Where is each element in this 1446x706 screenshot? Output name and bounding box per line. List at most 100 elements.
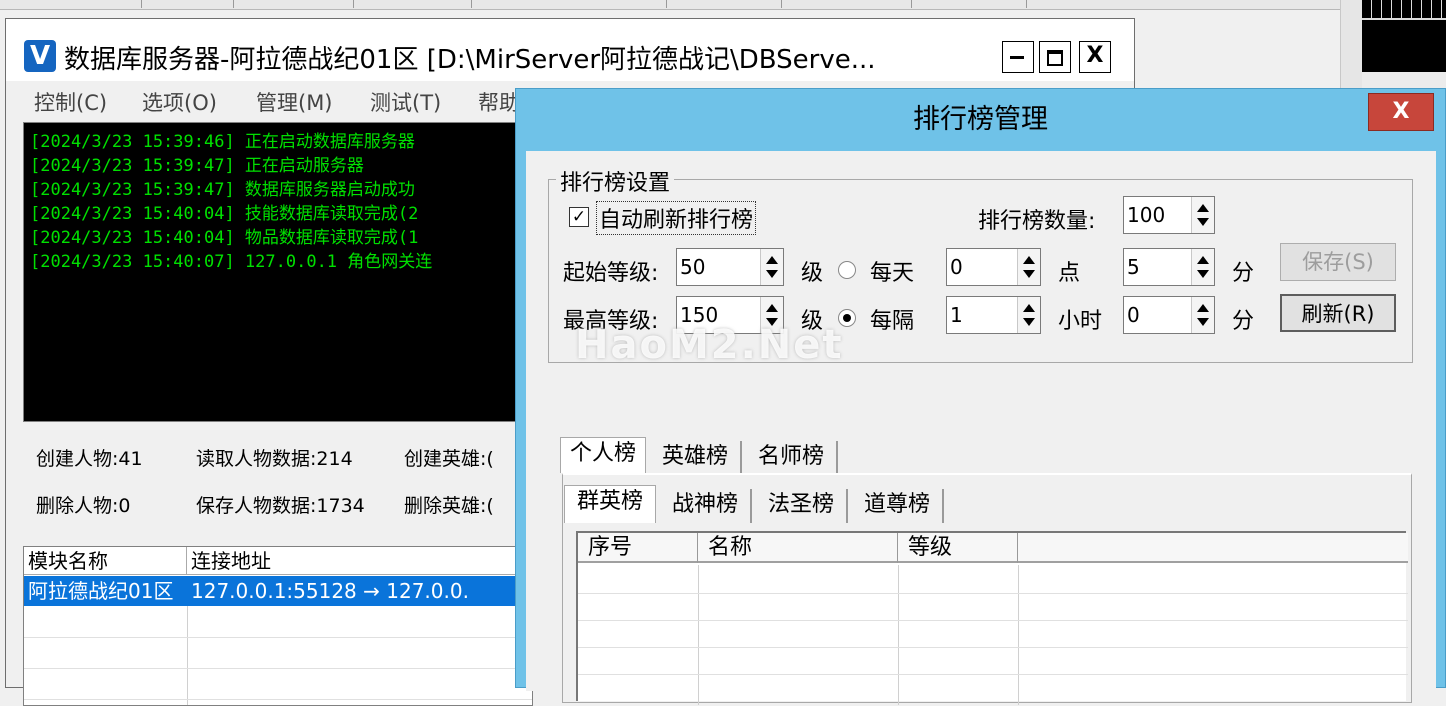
tab-mentor[interactable]: 名师榜 [746,441,838,475]
log-line: [2024/3/23 15:40:04] 物品数据库读取完成(1 [30,228,419,248]
interval-hours-spinner[interactable]: 1 [946,296,1041,334]
arrow-down-icon[interactable] [1197,218,1209,226]
background-tab-divider [352,0,354,8]
tab-personal[interactable]: 个人榜 [560,437,646,473]
rank-count-label: 排行榜数量: [978,209,1096,234]
menu-options[interactable]: 选项(O) [142,87,217,117]
hours-unit-label: 小时 [1058,309,1103,334]
menu-help[interactable]: 帮助 [478,87,520,117]
arrow-down-icon[interactable] [1023,270,1035,278]
stat-create-char: 创建人物:41 [36,448,143,470]
arrow-up-icon[interactable] [766,304,778,312]
save-button[interactable]: 保存(S) [1280,243,1396,281]
arrow-down-icon[interactable] [1197,270,1209,278]
arrow-up-icon[interactable] [766,256,778,264]
grid-line [1018,565,1019,705]
menu-control[interactable]: 控制(C) [34,87,107,117]
spinner-buttons[interactable] [1017,249,1040,285]
log-line: [2024/3/23 15:40:07] 127.0.0.1 角色网关连 [30,252,433,272]
grid-line [578,647,1408,648]
arrow-up-icon[interactable] [1023,304,1035,312]
subtab-mage[interactable]: 法圣榜 [756,489,848,523]
arrow-up-icon[interactable] [1023,256,1035,264]
arrow-down-icon[interactable] [1023,318,1035,326]
background-tab-divider [665,0,667,8]
menu-manage[interactable]: 管理(M) [256,87,333,117]
menu-test[interactable]: 测试(T) [370,87,441,117]
background-tab-divider [470,0,472,8]
level-unit-label: 级 [801,261,824,286]
rank-count-value: 100 [1127,203,1166,227]
column-header-index[interactable]: 序号 [578,533,698,563]
interval-minutes-spinner[interactable]: 0 [1123,296,1215,334]
dialog-close-button[interactable]: X [1368,93,1434,131]
grid-line [24,637,532,638]
grid-line [578,674,1408,675]
grid-line [898,565,899,705]
dialog-title[interactable]: 排行榜管理 [516,89,1445,149]
refresh-button[interactable]: 刷新(R) [1280,294,1396,332]
rank-settings-group-label: 排行榜设置 [556,165,675,197]
background-tab-divider [232,0,234,8]
arrow-down-icon[interactable] [1197,318,1209,326]
rank-management-dialog: 排行榜管理 X 排行榜设置 ✓ 自动刷新排行榜 排行榜数量: 100 起始等级:… [515,88,1446,705]
interval-label[interactable]: 每隔 [870,303,914,335]
rank-count-spinner[interactable]: 100 [1123,196,1215,234]
subtab-heroes[interactable]: 群英榜 [564,485,656,523]
background-ruler [1362,0,1446,20]
column-header-level[interactable]: 等级 [898,533,1018,563]
subtab-taoist[interactable]: 道尊榜 [852,489,944,523]
db-window-title: 数据库服务器-阿拉德战纪01区 [D:\MirServer阿拉德战记\DBSer… [64,45,876,75]
interval-minutes-value: 0 [1127,303,1140,327]
arrow-up-icon[interactable] [1197,304,1209,312]
daily-hour-value: 0 [950,255,963,279]
column-header-address[interactable]: 连接地址 [187,547,532,575]
stat-save-char: 保存人物数据:1734 [196,495,365,517]
row-address: 127.0.0.1:55128 → 127.0.0. [191,579,469,603]
grid-line [24,668,532,669]
interval-hours-value: 1 [950,303,963,327]
spinner-buttons[interactable] [1191,297,1214,333]
start-level-label: 起始等级: [563,261,659,286]
check-icon: ✓ [571,207,587,227]
arrow-down-icon[interactable] [766,270,778,278]
column-header-name[interactable]: 名称 [698,533,898,563]
rank-list[interactable]: 序号 名称 等级 [576,531,1408,705]
row-module: 阿拉德战纪01区 [28,579,174,603]
stat-read-char: 读取人物数据:214 [196,448,353,470]
auto-refresh-label[interactable]: 自动刷新排行榜 [596,201,757,235]
close-button[interactable]: X [1079,41,1111,73]
table-row[interactable]: 阿拉德战纪01区 127.0.0.1:55128 → 127.0.0. [24,576,532,606]
daily-hour-spinner[interactable]: 0 [946,248,1041,286]
stat-delete-char: 删除人物:0 [36,495,131,517]
log-console[interactable]: [2024/3/23 15:39:46] 正在启动数据库服务器 [2024/3/… [23,122,533,422]
start-level-spinner[interactable]: 50 [676,248,784,286]
spinner-buttons[interactable] [1191,197,1214,233]
grid-line [187,606,188,705]
dialog-client-area: 排行榜设置 ✓ 自动刷新排行榜 排行榜数量: 100 起始等级: 50 级 每天… [526,151,1436,705]
log-line: [2024/3/23 15:39:47] 正在启动服务器 [30,156,364,176]
daily-label[interactable]: 每天 [870,255,914,287]
background-window-strip [0,0,1340,10]
start-level-value: 50 [680,255,706,279]
auto-refresh-checkbox[interactable]: ✓ [569,207,589,227]
daily-minute-spinner[interactable]: 5 [1123,248,1215,286]
connection-list[interactable]: 模块名称 连接地址 阿拉德战纪01区 127.0.0.1:55128 → 127… [23,546,533,706]
subtab-warrior[interactable]: 战神榜 [660,489,752,523]
background-tab-divider [140,0,142,8]
background-tab-divider [910,0,912,8]
spinner-buttons[interactable] [1017,297,1040,333]
arrow-up-icon[interactable] [1197,256,1209,264]
column-header-module[interactable]: 模块名称 [24,547,187,575]
minute-unit-label: 分 [1232,309,1255,334]
tab-hero[interactable]: 英雄榜 [650,441,742,475]
spinner-buttons[interactable] [1191,249,1214,285]
daily-radio[interactable] [838,261,856,279]
minimize-button[interactable] [1002,41,1034,73]
background-tab-divider [1025,0,1027,8]
db-window-titlebar[interactable]: V 数据库服务器-阿拉德战纪01区 [D:\MirServer阿拉德战记\DBS… [6,19,1134,81]
hour-point-label: 点 [1058,261,1081,286]
spinner-buttons[interactable] [760,249,783,285]
maximize-button[interactable] [1039,41,1071,73]
arrow-up-icon[interactable] [1197,204,1209,212]
